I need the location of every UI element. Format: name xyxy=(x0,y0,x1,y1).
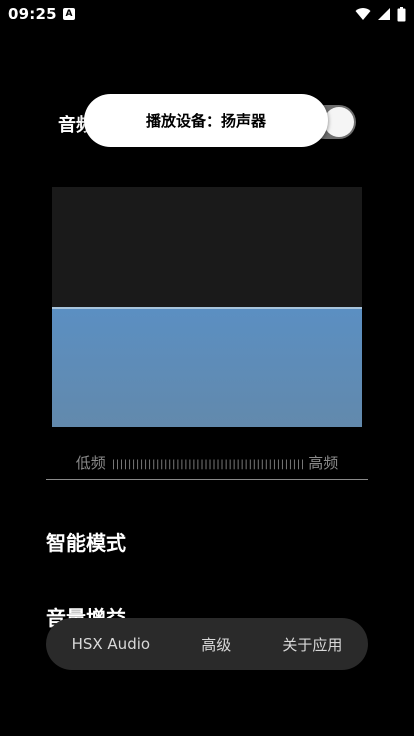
equalizer-level-fill xyxy=(52,307,362,427)
bottom-nav: HSX Audio 高级 关于应用 xyxy=(46,618,368,670)
toggle-knob xyxy=(324,107,354,137)
frequency-ticks: ||||||||||||||||||||||||||||||||||||||||… xyxy=(110,459,306,470)
nav-item-hsx-audio[interactable]: HSX Audio xyxy=(66,635,156,653)
high-frequency-label: 高频 xyxy=(308,454,339,472)
low-frequency-label: 低频 xyxy=(75,454,106,472)
battery-icon xyxy=(397,6,406,21)
notification-a-icon: A xyxy=(63,8,75,20)
equalizer-panel[interactable] xyxy=(52,187,362,427)
smart-mode-item[interactable]: 智能模式 xyxy=(46,527,126,556)
toast-message: 播放设备：扬声器 xyxy=(84,94,328,147)
divider xyxy=(46,479,368,480)
frequency-slider[interactable]: 低频 |||||||||||||||||||||||||||||||||||||… xyxy=(46,452,368,473)
status-bar: 09:25 A xyxy=(0,0,414,28)
wifi-icon xyxy=(355,8,371,20)
status-icons xyxy=(355,6,406,22)
signal-icon xyxy=(378,8,390,20)
status-time: 09:25 xyxy=(8,5,57,23)
nav-item-about[interactable]: 关于应用 xyxy=(276,634,348,655)
nav-item-advanced[interactable]: 高级 xyxy=(195,634,237,655)
